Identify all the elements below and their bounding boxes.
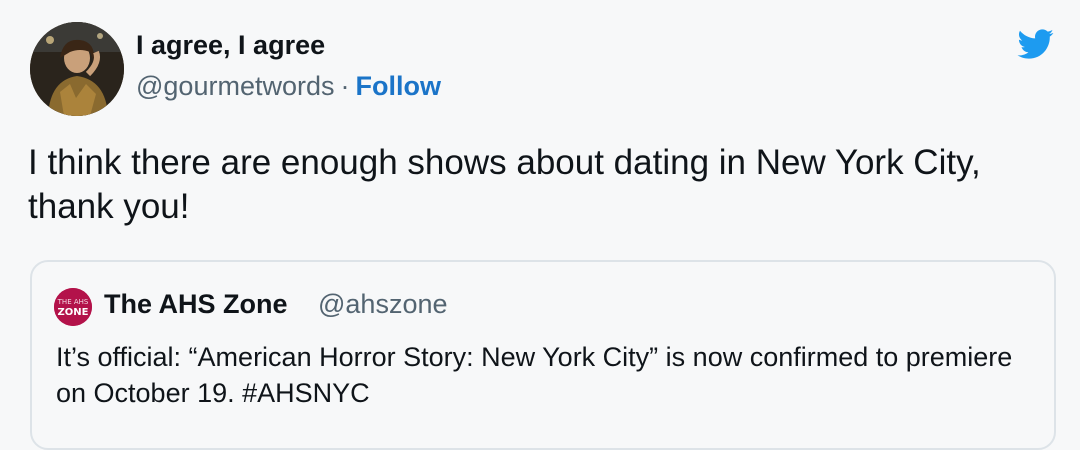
tweet-embed: I agree, I agree @gourmetwords · Follow I … (0, 0, 1080, 450)
quoted-author-avatar[interactable]: THE AHS ZONE (54, 288, 92, 326)
quoted-author-handle[interactable]: @ahszone (318, 289, 448, 320)
author-avatar-photo (30, 22, 124, 116)
quoted-avatar-logo-top: THE AHS (57, 298, 89, 306)
meta-separator: · (340, 71, 350, 101)
quoted-tweet-body: It’s official: “American Horror Story: N… (56, 342, 1013, 408)
tweet-body: I think there are enough shows about dat… (28, 143, 981, 226)
follow-button[interactable]: Follow (355, 71, 440, 101)
quoted-author-name[interactable]: The AHS Zone (104, 289, 288, 320)
author-display-name[interactable]: I agree, I agree (136, 30, 325, 61)
quoted-avatar-logo-bottom: ZONE (58, 307, 89, 318)
author-avatar[interactable] (30, 22, 124, 116)
quoted-tweet-card[interactable]: THE AHS ZONE The AHS Zone @ahszone It’s … (30, 260, 1056, 450)
twitter-bird-icon[interactable] (1012, 25, 1058, 63)
author-meta: @gourmetwords · Follow (136, 71, 441, 102)
author-handle[interactable]: @gourmetwords (136, 71, 334, 101)
